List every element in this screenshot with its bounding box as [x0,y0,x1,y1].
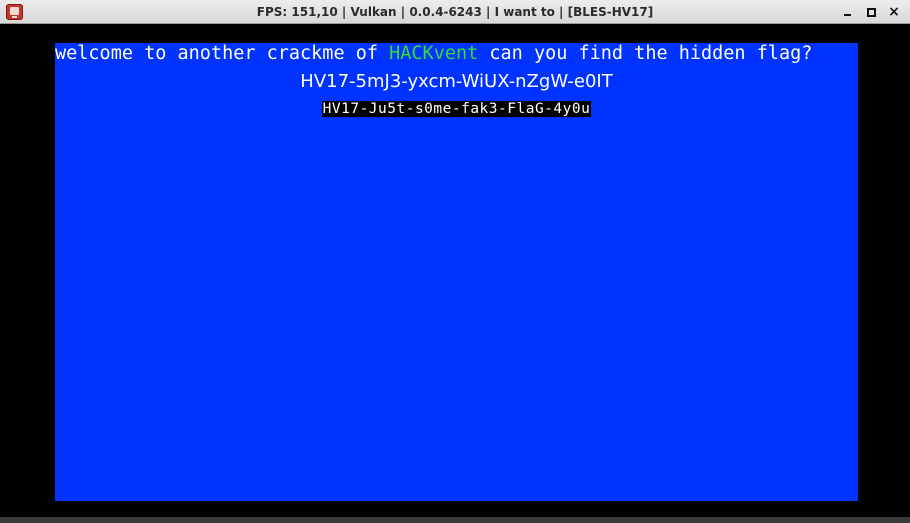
maximize-icon [867,8,876,17]
fake-flag-row: HV17-Ju5t-s0me-fak3-FlaG-4y0u [55,98,858,117]
close-button[interactable]: × [886,4,902,20]
window-bottom-border [0,517,910,523]
minimize-button[interactable] [840,4,856,20]
close-icon: × [888,4,900,20]
window-title: FPS: 151,10 | Vulkan | 0.0.4-6243 | I wa… [256,5,654,19]
fake-flag-text: HV17-Ju5t-s0me-fak3-FlaG-4y0u [321,101,592,117]
title-bar[interactable]: FPS: 151,10 | Vulkan | 0.0.4-6243 | I wa… [0,0,910,24]
hackvent-highlight: HACKvent [389,43,479,64]
maximize-button[interactable] [864,4,880,20]
welcome-suffix: can you find the hidden flag? [478,43,813,64]
emulator-window: FPS: 151,10 | Vulkan | 0.0.4-6243 | I wa… [0,0,910,523]
minimize-icon [844,14,851,16]
welcome-text: welcome to another crackme of HACKvent c… [55,43,858,65]
flag-text: HV17-5mJ3-yxcm-WiUX-nZgW-e0IT [300,71,613,92]
welcome-prefix: welcome to another crackme of [55,43,390,64]
